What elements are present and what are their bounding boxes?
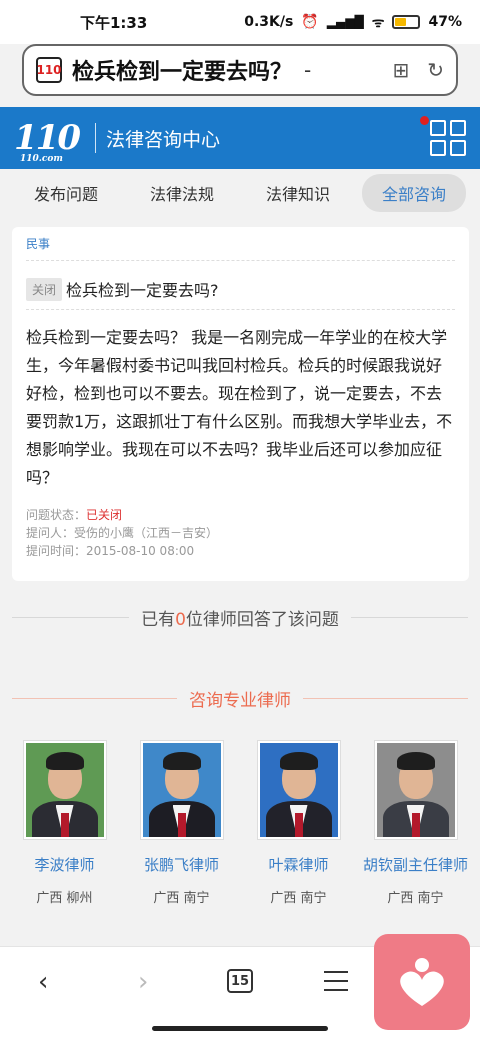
tab-post-question[interactable]: 发布问题 <box>14 174 118 212</box>
home-indicator[interactable] <box>152 1026 328 1031</box>
floating-heart-app-icon[interactable] <box>374 934 470 1030</box>
notification-dot <box>420 116 429 125</box>
lawyer-card[interactable]: 叶霖律师 广西 南宁 <box>244 740 354 906</box>
status-bar: 下午1:33 0.3K/s ⏰ ▂▄▆█ ᯤ 47% <box>0 0 480 44</box>
tab-laws-regulations[interactable]: 法律法规 <box>130 174 234 212</box>
question-asker: 提问人：受伤的小鹰（江西－吉安） <box>26 526 219 540</box>
question-body: 检兵检到一定要去吗？ 我是一名刚完成一年学业的在校大学生，今年暑假村委书记叫我回… <box>26 328 453 487</box>
header-divider <box>94 123 96 153</box>
nav-tabs: 发布问题 法律法规 法律知识 全部咨询 <box>0 169 480 217</box>
bookmark-add-icon[interactable]: ⊞ <box>392 58 409 82</box>
lawyer-location: 广西 南宁 <box>387 891 444 906</box>
alarm-icon: ⏰ <box>301 14 319 30</box>
lawyer-photo[interactable] <box>139 740 224 840</box>
logo-subtext: 110.com <box>20 154 63 164</box>
logo-text: 110 <box>14 118 81 158</box>
lawyer-card[interactable]: 胡钦副主任律师广西 南宁 <box>361 740 471 906</box>
tabs-count-button[interactable]: 15 <box>227 969 253 993</box>
question-title: 检兵检到一定要去吗? <box>66 281 219 300</box>
back-icon[interactable]: ‹ <box>38 967 48 997</box>
lawyer-name[interactable]: 叶霖律师 <box>244 854 354 875</box>
tab-legal-knowledge[interactable]: 法律知识 <box>246 174 350 212</box>
consult-lawyers-heading: 咨询专业律师 <box>0 686 480 711</box>
answer-count: 0 <box>175 610 186 630</box>
lawyer-photo[interactable] <box>373 740 458 840</box>
refresh-icon[interactable]: ↻ <box>427 58 444 82</box>
question-category[interactable]: 民事 <box>26 235 455 261</box>
lawyer-photo[interactable] <box>256 740 341 840</box>
site-favicon-icon: 110 <box>36 57 62 83</box>
lawyer-name[interactable]: 张鹏飞律师 <box>127 854 237 875</box>
forward-icon[interactable]: › <box>138 967 148 997</box>
status-right: 0.3K/s ⏰ ▂▄▆█ ᯤ 47% <box>244 13 462 32</box>
site-logo[interactable]: 110 110.com <box>14 118 81 164</box>
lawyer-location: 广西 柳州 <box>36 891 93 906</box>
consult-title: 咨询专业律师 <box>189 691 291 711</box>
page-title[interactable]: 检兵检到一定要去吗？ <box>72 54 292 86</box>
battery-percent: 47% <box>428 14 462 30</box>
url-dash: - <box>304 58 312 82</box>
closed-badge: 关闭 <box>26 277 63 301</box>
header-title: 法律咨询中心 <box>105 128 220 151</box>
lawyer-name[interactable]: 李波律师 <box>10 854 120 875</box>
url-bar[interactable]: 110 检兵检到一定要去吗？ - ⊞ ↻ <box>22 44 458 96</box>
net-speed: 0.3K/s <box>244 14 294 30</box>
answer-count-banner: 已有0位律师回答了该问题 <box>0 605 480 630</box>
site-header: 110 110.com 法律咨询中心 <box>0 107 480 169</box>
signal-icon: ▂▄▆█ <box>326 15 364 29</box>
menu-icon[interactable] <box>324 971 348 998</box>
status-time: 下午1:33 <box>80 13 148 32</box>
lawyer-photo[interactable] <box>22 740 107 840</box>
menu-grid-icon[interactable] <box>420 116 466 156</box>
lawyer-card[interactable]: 张鹏飞律师广西 南宁 <box>127 740 237 906</box>
lawyer-card[interactable]: 李波律师 广西 柳州 <box>10 740 120 906</box>
lawyer-location: 广西 南宁 <box>153 891 210 906</box>
tab-all-consultations[interactable]: 全部咨询 <box>361 174 466 212</box>
lawyer-location: 广西 南宁 <box>270 891 327 906</box>
question-status: 问题状态：已关闭 <box>26 508 123 522</box>
lawyer-name[interactable]: 胡钦副主任律师 <box>361 854 471 875</box>
battery-icon <box>392 15 421 29</box>
question-title-row: 关闭 检兵检到一定要去吗? <box>26 261 455 310</box>
question-time: 提问时间：2015-08-10 08:00 <box>26 544 195 558</box>
question-card: 民事 关闭 检兵检到一定要去吗? 检兵检到一定要去吗？ 我是一名刚完成一年学业的… <box>12 227 469 581</box>
lawyer-list: 李波律师 广西 柳州 张鹏飞律师 广西 南宁 叶霖律师 广西 南宁 胡钦副主任律师 广西 南宁 <box>0 740 480 906</box>
wifi-icon: ᯤ <box>371 14 385 31</box>
question-meta: 问题状态：已关闭 提问人：受伤的小鹰（江西－吉安） 提问时间：2015-08-1… <box>26 506 455 560</box>
